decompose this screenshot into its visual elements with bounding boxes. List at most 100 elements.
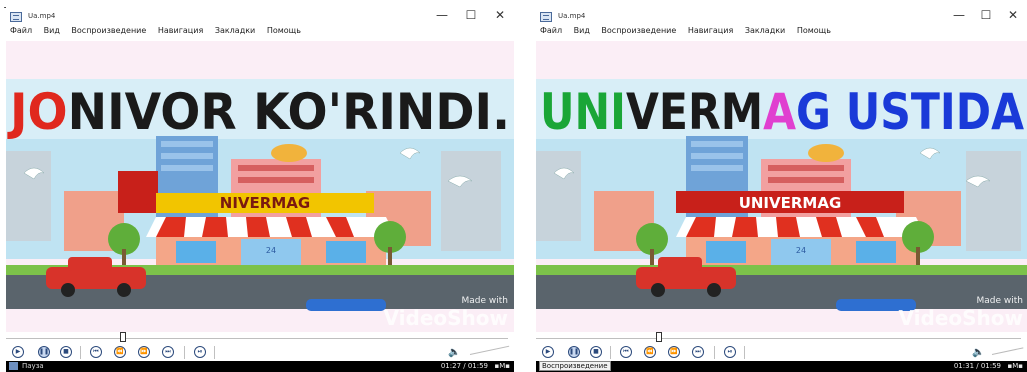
video-scene: JONIVOR KO'RINDI. U NIVERMAG 24 Made wit… — [6, 79, 514, 332]
play-button[interactable]: ▶ — [542, 346, 554, 358]
volume-icon[interactable]: 🔈 — [448, 347, 460, 358]
menu-view[interactable]: Вид — [44, 26, 60, 35]
caption-text: JONIVOR KO'RINDI. — [7, 83, 510, 141]
shop-window-right — [856, 241, 896, 263]
next-icon: ⏭ — [695, 348, 701, 355]
caption-part-1: UNI — [540, 83, 626, 141]
red-car-wheel — [117, 283, 131, 297]
rewind-button[interactable]: ⏪ — [114, 346, 126, 358]
seek-track[interactable] — [6, 338, 508, 339]
frame-step-icon: ⏯ — [727, 348, 733, 355]
pink-building-window — [238, 177, 314, 183]
forward-button[interactable]: ⏩ — [668, 346, 680, 358]
caption-part-2: VERM — [626, 83, 763, 141]
stop-button[interactable]: ■ — [60, 346, 72, 358]
pause-button[interactable]: ❚❚ — [568, 346, 580, 358]
menu-playback[interactable]: Воспроизведение — [71, 26, 146, 35]
next-icon: ⏭ — [165, 348, 171, 355]
far-building — [441, 151, 501, 251]
sign-text: UNIVERMAG — [739, 194, 842, 212]
frame-step-button[interactable]: ⏯ — [194, 346, 206, 358]
previous-button[interactable]: ⏮ — [620, 346, 632, 358]
tree-right-trunk — [916, 247, 920, 267]
player-window-2: Ua.mp4 — ☐ ✕ Файл Вид Воспроизведение На… — [536, 0, 1027, 372]
menu-bookmarks[interactable]: Закладки — [745, 26, 785, 35]
close-icon[interactable]: ✕ — [490, 8, 510, 22]
grass — [536, 265, 1027, 275]
forward-button[interactable]: ⏩ — [138, 346, 150, 358]
watermark-line2: VideoShow — [384, 306, 508, 330]
seek-bar[interactable] — [536, 332, 1027, 344]
menu-help[interactable]: Помощь — [267, 26, 301, 35]
status-text: Воспроизведение — [539, 361, 611, 371]
maximize-icon[interactable]: ☐ — [976, 8, 996, 22]
separator — [80, 346, 81, 359]
tower-window — [161, 141, 213, 147]
play-button[interactable]: ▶ — [12, 346, 24, 358]
minimize-icon[interactable]: — — [432, 8, 452, 22]
frame-step-button[interactable]: ⏯ — [724, 346, 736, 358]
seek-thumb[interactable] — [120, 332, 126, 342]
red-car-wheel — [61, 283, 75, 297]
next-button[interactable]: ⏭ — [162, 346, 174, 358]
previous-button[interactable]: ⏮ — [90, 346, 102, 358]
video-frame[interactable]: UNIVERMAG USTIDA UNIVERMAG — [536, 41, 1027, 332]
tower-window — [161, 165, 213, 171]
previous-icon: ⏮ — [623, 348, 629, 355]
menu-navigation[interactable]: Навигация — [158, 26, 203, 35]
tree-left-trunk — [122, 249, 126, 267]
separator — [214, 346, 215, 359]
status-text: Пауза — [22, 362, 44, 370]
stop-button[interactable]: ■ — [590, 346, 602, 358]
shop-window-left — [176, 241, 216, 263]
stop-icon: ■ — [593, 348, 599, 355]
maximize-icon[interactable]: ☐ — [461, 8, 481, 22]
menu-bookmarks[interactable]: Закладки — [215, 26, 255, 35]
title-bar: Ua.mp4 — ☐ ✕ — [6, 8, 514, 28]
far-building-left — [536, 151, 581, 241]
time-display[interactable]: 01:31 / 01:59 — [954, 362, 1001, 370]
seek-track[interactable] — [536, 338, 1021, 339]
pause-button[interactable]: ❚❚ — [38, 346, 50, 358]
menu-playback[interactable]: Воспроизведение — [601, 26, 676, 35]
volume-slider[interactable] — [991, 347, 1024, 355]
play-icon: ▶ — [15, 348, 21, 355]
previous-icon: ⏮ — [93, 348, 99, 355]
road — [536, 275, 1027, 309]
menu-view[interactable]: Вид — [574, 26, 590, 35]
separator — [184, 346, 185, 359]
tower-window — [691, 165, 743, 171]
video-scene: UNIVERMAG USTIDA UNIVERMAG — [536, 79, 1027, 332]
rewind-icon: ⏪ — [646, 348, 654, 355]
stats-icon: ▪M▪ — [1007, 362, 1023, 370]
caption-text: UNIVERMAG USTIDA — [540, 83, 1024, 141]
red-car-wheel — [707, 283, 721, 297]
window-title: Ua.mp4 — [28, 12, 56, 20]
video-frame[interactable]: JONIVOR KO'RINDI. U NIVERMAG 24 Made wit… — [6, 41, 514, 332]
menu-file[interactable]: Файл — [10, 26, 32, 35]
seek-bar[interactable] — [6, 332, 514, 344]
frame-step-icon: ⏯ — [197, 348, 203, 355]
player-window-1: Ua.mp4 — ☐ ✕ Файл Вид Воспроизведение На… — [6, 0, 514, 372]
watermark-line2: VideoShow — [899, 306, 1023, 330]
volume-slider[interactable] — [469, 345, 510, 355]
seek-thumb[interactable] — [656, 332, 662, 342]
caption-part-4: G USTIDA — [796, 83, 1024, 141]
time-display[interactable]: 01:27 / 01:59 — [441, 362, 488, 370]
tower-window — [691, 141, 743, 147]
status-bar: Пауза 01:27 / 01:59 ▪M▪ — [6, 361, 514, 372]
caption-part-2: NIVOR KO'RINDI. — [68, 83, 510, 141]
menu-help[interactable]: Помощь — [797, 26, 831, 35]
close-icon[interactable]: ✕ — [1003, 8, 1023, 22]
caption-part-3: A — [763, 83, 796, 141]
menu-navigation[interactable]: Навигация — [688, 26, 733, 35]
stats-icon: ▪M▪ — [494, 362, 510, 370]
minimize-icon[interactable]: — — [949, 8, 969, 22]
menu-file[interactable]: Файл — [540, 26, 562, 35]
blue-car — [306, 299, 386, 311]
red-car-wheel — [651, 283, 665, 297]
status-bar: Воспроизведение 01:31 / 01:59 ▪M▪ — [536, 361, 1027, 372]
next-button[interactable]: ⏭ — [692, 346, 704, 358]
volume-icon[interactable]: 🔈 — [972, 347, 984, 358]
rewind-button[interactable]: ⏪ — [644, 346, 656, 358]
